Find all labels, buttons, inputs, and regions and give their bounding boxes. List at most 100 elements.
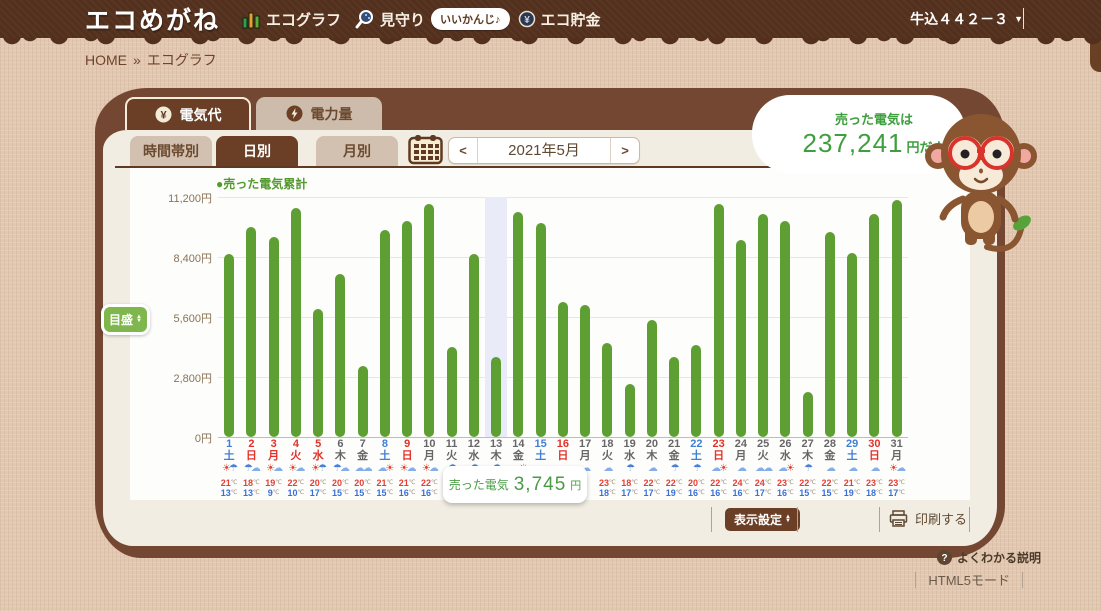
bar[interactable]	[691, 345, 702, 437]
bar[interactable]	[357, 366, 368, 437]
app-logo[interactable]: エコめがね	[85, 1, 220, 37]
bar-column-18[interactable]	[596, 197, 618, 437]
axis-column-18: 18 火 ☁ 23℃ 18℃	[596, 439, 618, 499]
nav-item-eco-chokin[interactable]: ¥ エコ貯金	[518, 9, 601, 30]
bar-column-15[interactable]	[530, 197, 552, 437]
bar-column-27[interactable]	[797, 197, 819, 437]
bar[interactable]	[646, 320, 657, 437]
bar-column-24[interactable]	[730, 197, 752, 437]
nav-item-ecograph[interactable]: エコグラフ	[242, 9, 341, 30]
bar[interactable]	[869, 214, 880, 437]
nav-label: エコ貯金	[540, 11, 601, 29]
bar[interactable]	[268, 237, 279, 437]
weekday-label: 土	[535, 450, 547, 462]
bar[interactable]	[446, 347, 457, 437]
bar-column-16[interactable]	[552, 197, 574, 437]
subtab-by-day[interactable]: 日別	[216, 136, 298, 166]
bar[interactable]	[802, 392, 813, 437]
next-month-button[interactable]: >	[611, 143, 639, 158]
weather-icon: ☂☁	[243, 463, 261, 474]
print-button[interactable]: 印刷する	[889, 509, 967, 528]
bar[interactable]	[557, 302, 568, 437]
bar[interactable]	[824, 232, 835, 437]
scale-button[interactable]: 目盛 ▲ ▼	[101, 304, 150, 335]
bar-column-14[interactable]	[507, 197, 529, 437]
bar[interactable]	[424, 204, 435, 437]
axis-column-10: 10 月 ☀☁ 22℃ 16℃	[418, 439, 440, 499]
bar[interactable]	[246, 227, 257, 437]
bar-column-8[interactable]	[374, 197, 396, 437]
bar[interactable]	[758, 214, 769, 437]
weekday-label: 土	[846, 450, 858, 462]
bar[interactable]	[491, 357, 502, 437]
bar[interactable]	[780, 221, 791, 437]
display-settings-button[interactable]: 表示設定 ▲ ▼	[725, 508, 800, 531]
bar-column-4[interactable]	[285, 197, 307, 437]
bar[interactable]	[313, 309, 324, 437]
bar[interactable]	[379, 230, 390, 437]
bar[interactable]	[669, 357, 680, 437]
help-link[interactable]: ? よくわかる説明	[936, 549, 1041, 566]
bar[interactable]	[468, 254, 479, 437]
bar-column-5[interactable]	[307, 197, 329, 437]
day-number: 6	[337, 438, 344, 450]
bar-column-9[interactable]	[396, 197, 418, 437]
bar-column-26[interactable]	[774, 197, 796, 437]
day-number: 12	[467, 438, 480, 450]
bar-column-21[interactable]	[663, 197, 685, 437]
plot-area	[218, 197, 908, 438]
monkey-mascot	[925, 99, 1040, 272]
divider	[915, 571, 917, 588]
weekday-label: 木	[802, 450, 814, 462]
bar[interactable]	[624, 384, 635, 437]
weather-icon: ☀☁	[889, 463, 906, 474]
bar-column-29[interactable]	[841, 197, 863, 437]
account-selector[interactable]: 牛込４４２－３ ▼	[910, 9, 1023, 29]
bar[interactable]	[580, 305, 591, 437]
bar[interactable]	[513, 212, 524, 437]
bar-column-23[interactable]	[708, 197, 730, 437]
html5-mode-link[interactable]: HTML5モード	[928, 570, 1010, 589]
bar-column-31[interactable]	[886, 197, 908, 437]
bar[interactable]	[735, 240, 746, 437]
tab-electricity-cost[interactable]: ¥ 電気代	[125, 97, 251, 130]
bar-column-13[interactable]	[485, 197, 508, 437]
bar-column-3[interactable]	[263, 197, 285, 437]
bar-column-28[interactable]	[819, 197, 841, 437]
bar-column-7[interactable]	[352, 197, 374, 437]
bar-column-11[interactable]	[441, 197, 463, 437]
bar-column-22[interactable]	[685, 197, 707, 437]
nav-item-mimamori[interactable]: 見守り	[355, 9, 425, 30]
bar-column-19[interactable]	[619, 197, 641, 437]
bar[interactable]	[713, 204, 724, 437]
bar-column-10[interactable]	[418, 197, 440, 437]
chart-tooltip: 売った電気 3,745 円	[443, 466, 587, 503]
subtab-by-timezone[interactable]: 時間帯別	[130, 136, 212, 166]
prev-month-button[interactable]: <	[449, 143, 477, 158]
calendar-icon[interactable]	[408, 134, 443, 170]
divider	[879, 507, 880, 532]
temp-low: 15℃	[354, 488, 371, 498]
bar[interactable]	[335, 274, 346, 437]
bar-column-12[interactable]	[463, 197, 485, 437]
bar[interactable]	[402, 221, 413, 437]
bar-column-1[interactable]	[218, 197, 240, 437]
bar[interactable]	[224, 254, 235, 437]
bar-column-17[interactable]	[574, 197, 596, 437]
bar-column-2[interactable]	[240, 197, 262, 437]
bar-column-20[interactable]	[641, 197, 663, 437]
bar[interactable]	[847, 253, 858, 437]
breadcrumb-home-link[interactable]: HOME	[85, 52, 127, 68]
bar-column-25[interactable]	[752, 197, 774, 437]
weather-icon: ☁☀	[711, 463, 728, 474]
tab-electricity-amount[interactable]: 電力量	[256, 97, 382, 130]
axis-column-5: 5 水 ☀☂ 20℃ 17℃	[307, 439, 329, 499]
subtab-by-month[interactable]: 月別	[316, 136, 398, 166]
bar-column-30[interactable]	[863, 197, 885, 437]
bar[interactable]	[535, 223, 546, 437]
bar[interactable]	[290, 208, 301, 437]
axis-column-1: 1 土 ☀☂ 21℃ 13℃	[218, 439, 240, 499]
bar-column-6[interactable]	[329, 197, 351, 437]
bar[interactable]	[602, 343, 613, 437]
bar[interactable]	[891, 200, 902, 437]
